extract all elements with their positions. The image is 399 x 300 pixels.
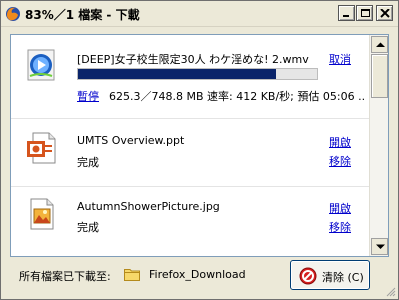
download-list[interactable]: [DEEP]女子校生限定30人 わケ淫めな! 2.wmv 取消 暫停 625.3… [10,34,389,257]
folder-icon [124,269,140,281]
download-location-label: 所有檔案已下載至: [19,270,111,283]
download-item[interactable]: UMTS Overview.ppt 開啟 完成 移除 [11,119,369,187]
scrollbar-thumb[interactable] [371,54,388,98]
download-filename: [DEEP]女子校生限定30人 わケ淫めな! 2.wmv [77,53,309,66]
image-file-icon [30,198,54,230]
cancel-link[interactable]: 取消 [329,51,351,67]
minimize-button[interactable] [338,5,355,21]
resize-grip-icon[interactable] [386,287,396,297]
clear-button-label: 清除 (C) [322,271,364,284]
download-folder-link[interactable]: Firefox_Download [149,268,246,281]
title-bar[interactable]: 83%／1 檔案 - 下載 [1,1,398,27]
media-player-icon [27,49,55,81]
downloads-window: 83%／1 檔案 - 下載 [DEEP]女子校生限定30人 わケ淫めな! 2.w… [0,0,399,300]
open-link[interactable]: 開啟 [329,200,351,216]
clear-list-button[interactable]: 清除 (C) [290,260,370,290]
progress-fill [78,69,276,79]
maximize-button[interactable] [356,5,373,21]
window-title: 83%／1 檔案 - 下載 [25,8,140,22]
scroll-down-button[interactable] [371,238,388,255]
close-button[interactable] [376,5,393,21]
clear-icon [299,267,317,285]
open-link[interactable]: 開啟 [329,134,351,150]
download-filename: UMTS Overview.ppt [77,134,185,147]
download-item[interactable]: AutumnShowerPicture.jpg 開啟 完成 移除 [11,187,369,256]
pause-link[interactable]: 暫停 [77,88,99,104]
minimize-icon [343,15,349,17]
powerpoint-file-icon [27,132,56,164]
firefox-icon [6,7,20,21]
remove-link[interactable]: 移除 [329,153,351,169]
download-filename: AutumnShowerPicture.jpg [77,200,220,213]
download-status: 625.3／748.8 MB 速率: 412 KB/秒; 預估 05:06 ..… [109,90,365,103]
maximize-icon [361,9,370,17]
download-progress-bar [77,68,318,80]
remove-link[interactable]: 移除 [329,219,351,235]
vertical-scrollbar[interactable] [369,35,388,256]
download-status: 完成 [77,156,99,169]
download-status: 完成 [77,221,99,234]
chevron-up-icon [376,42,385,47]
download-item-active[interactable]: [DEEP]女子校生限定30人 わケ淫めな! 2.wmv 取消 暫停 625.3… [11,35,369,119]
close-icon [380,9,390,18]
chevron-down-icon [376,244,385,249]
scroll-up-button[interactable] [371,36,388,53]
